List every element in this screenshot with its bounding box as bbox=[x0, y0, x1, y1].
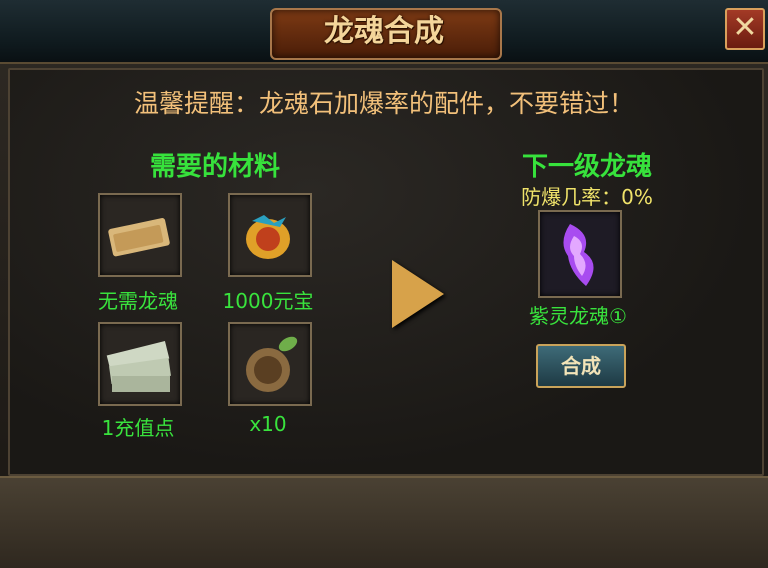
materials-title: 需要的材料 bbox=[149, 152, 280, 182]
result-slot[interactable] bbox=[538, 210, 622, 298]
result-item-label: 紫灵龙魂① bbox=[529, 304, 627, 328]
merge-button[interactable]: 合成 bbox=[536, 344, 626, 388]
material-slot-banknotes[interactable] bbox=[98, 322, 182, 406]
material-slot-scroll[interactable] bbox=[98, 193, 182, 277]
material-slot-medallion[interactable] bbox=[228, 322, 312, 406]
banknotes-icon bbox=[106, 341, 171, 392]
material-label: 1000元宝 bbox=[222, 289, 314, 313]
explosion-rate: 防爆几率：0% bbox=[521, 185, 653, 209]
arrow-right-icon bbox=[392, 260, 444, 328]
scroll-icon bbox=[108, 218, 170, 257]
material-slot-gold[interactable] bbox=[228, 193, 312, 277]
dialog-title: 龙魂合成 bbox=[324, 14, 444, 49]
bottom-decoration bbox=[0, 476, 768, 568]
close-button[interactable]: ✕ bbox=[725, 8, 765, 50]
material-label: x10 bbox=[249, 412, 287, 436]
result-title: 下一级龙魂 bbox=[521, 152, 652, 182]
material-label: 1充值点 bbox=[101, 416, 175, 440]
jade-medallion-icon bbox=[246, 336, 298, 392]
material-label: 无需龙魂 bbox=[98, 289, 178, 313]
purple-dragon-soul-icon bbox=[563, 224, 594, 286]
gold-pouch-icon bbox=[246, 215, 290, 259]
tip-text: 温馨提醒：龙魂石加爆率的配件，不要错过！ bbox=[133, 89, 634, 118]
